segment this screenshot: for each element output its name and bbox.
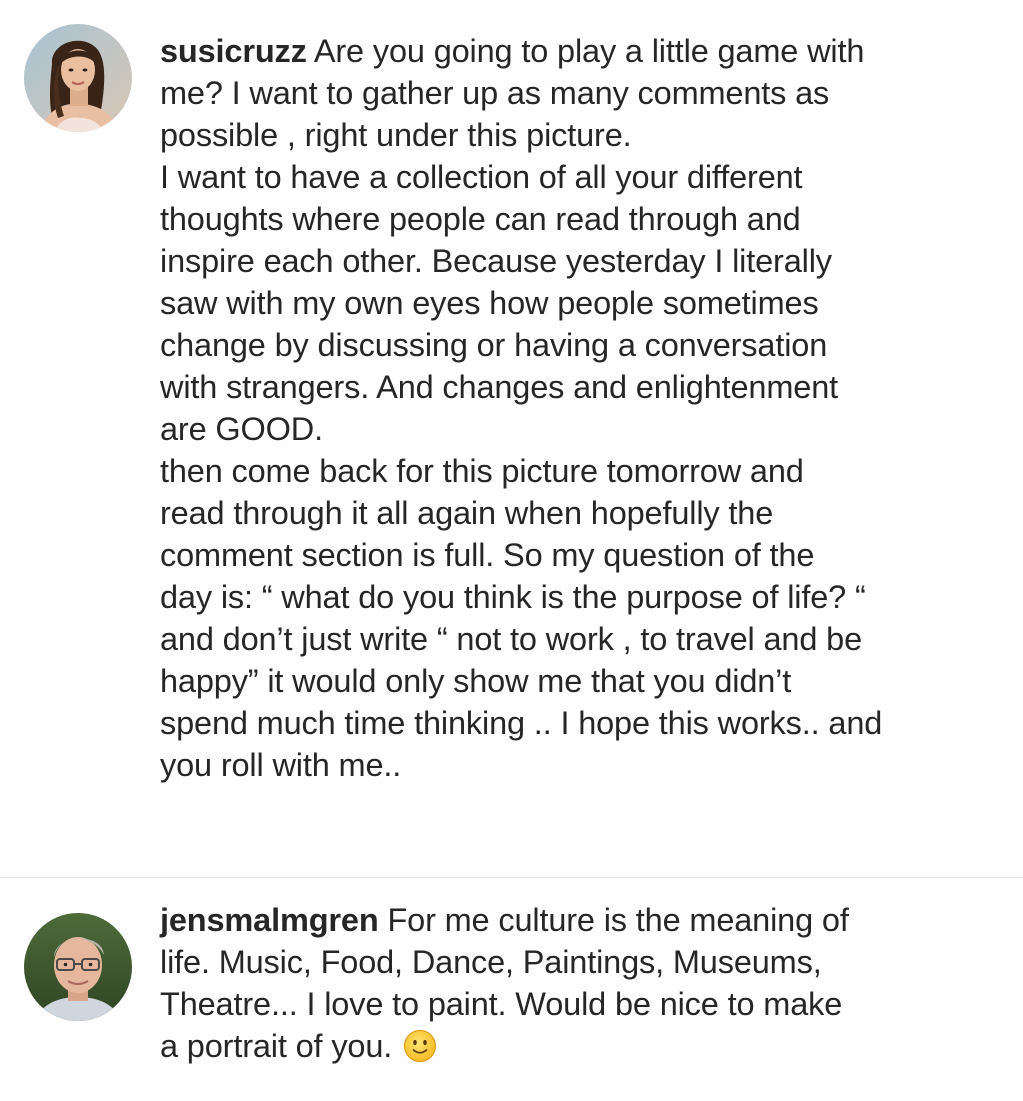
comment-line: then come back for this picture tomorrow…	[160, 453, 804, 489]
slightly-smiling-face-emoji-icon	[404, 1030, 437, 1062]
comment-line: are GOOD.	[160, 411, 323, 447]
comment-line: day is: “ what do you think is the purpo…	[160, 579, 866, 615]
comment-divider	[0, 877, 1023, 878]
avatar[interactable]	[24, 913, 132, 1021]
comment-line: Theatre... I love to paint. Would be nic…	[160, 986, 843, 1022]
comment-line: saw with my own eyes how people sometime…	[160, 285, 819, 321]
comment-line: me? I want to gather up as many comments…	[160, 75, 830, 111]
comment-text-segment: For me culture is the meaning of	[387, 902, 849, 938]
comment-body: jensmalmgren For me culture is the meani…	[160, 899, 990, 1067]
woman-portrait-avatar-icon	[24, 24, 132, 132]
comment-line: and don’t just write “ not to work , to …	[160, 621, 863, 657]
comment-line: with strangers. And changes and enlighte…	[160, 369, 839, 405]
comment-line: life. Music, Food, Dance, Paintings, Mus…	[160, 944, 822, 980]
comment-line: comment section is full. So my question …	[160, 537, 815, 573]
comment-line: happy” it would only show me that you di…	[160, 663, 792, 699]
comment-body: susicruzz Are you going to play a little…	[160, 30, 990, 786]
man-glasses-portrait-avatar-icon	[24, 913, 132, 1021]
comment-text-segment: Are you going to play a little game with	[313, 33, 865, 69]
username-link[interactable]: jensmalmgren	[160, 902, 379, 938]
comment-line: you roll with me..	[160, 747, 402, 783]
comment-text-segment: a portrait of you.	[160, 1028, 393, 1064]
comment-line: change by discussing or having a convers…	[160, 327, 828, 363]
comment-line: susicruzz Are you going to play a little…	[160, 30, 990, 72]
comment-line: I want to have a collection of all your …	[160, 159, 803, 195]
avatar[interactable]	[24, 24, 132, 132]
username-link[interactable]: susicruzz	[160, 33, 307, 69]
comment-line: jensmalmgren For me culture is the meani…	[160, 899, 990, 941]
comment-line: possible , right under this picture.	[160, 117, 632, 153]
comment-item: susicruzz Are you going to play a little…	[0, 0, 1023, 878]
comment-line: thoughts where people can read through a…	[160, 201, 801, 237]
comment-line: inspire each other. Because yesterday I …	[160, 243, 832, 279]
comment-line: read through it all again when hopefully…	[160, 495, 774, 531]
comment-item: jensmalmgren For me culture is the meani…	[0, 879, 1023, 1101]
comment-line: spend much time thinking .. I hope this …	[160, 705, 883, 741]
comment-line: a portrait of you.	[160, 1025, 990, 1067]
